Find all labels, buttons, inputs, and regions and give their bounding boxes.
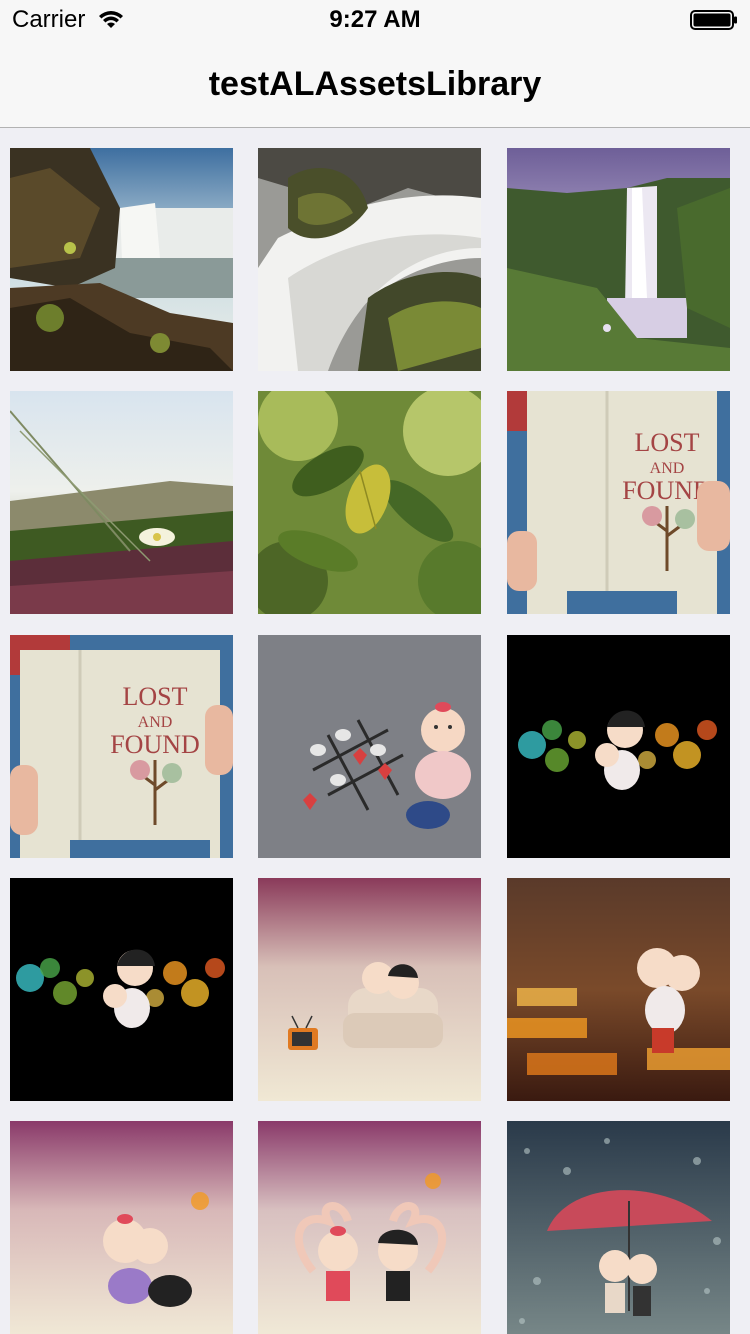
app-screen: Carrier 9:27 AM testALAssetsLibrary LOST… [0,0,750,1334]
photo-thumbnail[interactable]: LOST AND FOUND [10,635,233,858]
photo-thumbnail[interactable] [507,148,730,371]
battery-icon [690,10,738,30]
photo-thumbnail[interactable] [258,391,481,614]
book-title-line-1: LOST [635,428,700,457]
page-title: testALAssetsLibrary [208,65,542,103]
photo-thumbnail[interactable] [507,878,730,1101]
photo-thumbnail[interactable] [258,635,481,858]
photo-thumbnail[interactable] [10,1121,233,1334]
book-title-line-2: AND [138,714,173,731]
book-title-line-2: AND [650,460,685,477]
navigation-bar: Carrier 9:27 AM testALAssetsLibrary [0,0,750,128]
photo-thumbnail[interactable] [258,148,481,371]
photo-thumbnail[interactable] [507,635,730,858]
photo-thumbnail[interactable] [258,878,481,1101]
status-bar: Carrier 9:27 AM [0,0,750,40]
photo-grid: LOST AND FOUND LOST AND FOUND [0,128,750,1334]
status-time: 9:27 AM [329,6,421,33]
photo-thumbnail[interactable] [10,148,233,371]
book-title-line-1: LOST [123,682,188,711]
photo-thumbnail[interactable] [507,1121,730,1334]
photo-thumbnail[interactable] [10,878,233,1101]
photo-thumbnail[interactable] [258,1121,481,1334]
photo-thumbnail[interactable]: LOST AND FOUND [507,391,730,614]
book-title-line-3: FOUND [110,730,200,759]
photo-thumbnail[interactable] [10,391,233,614]
